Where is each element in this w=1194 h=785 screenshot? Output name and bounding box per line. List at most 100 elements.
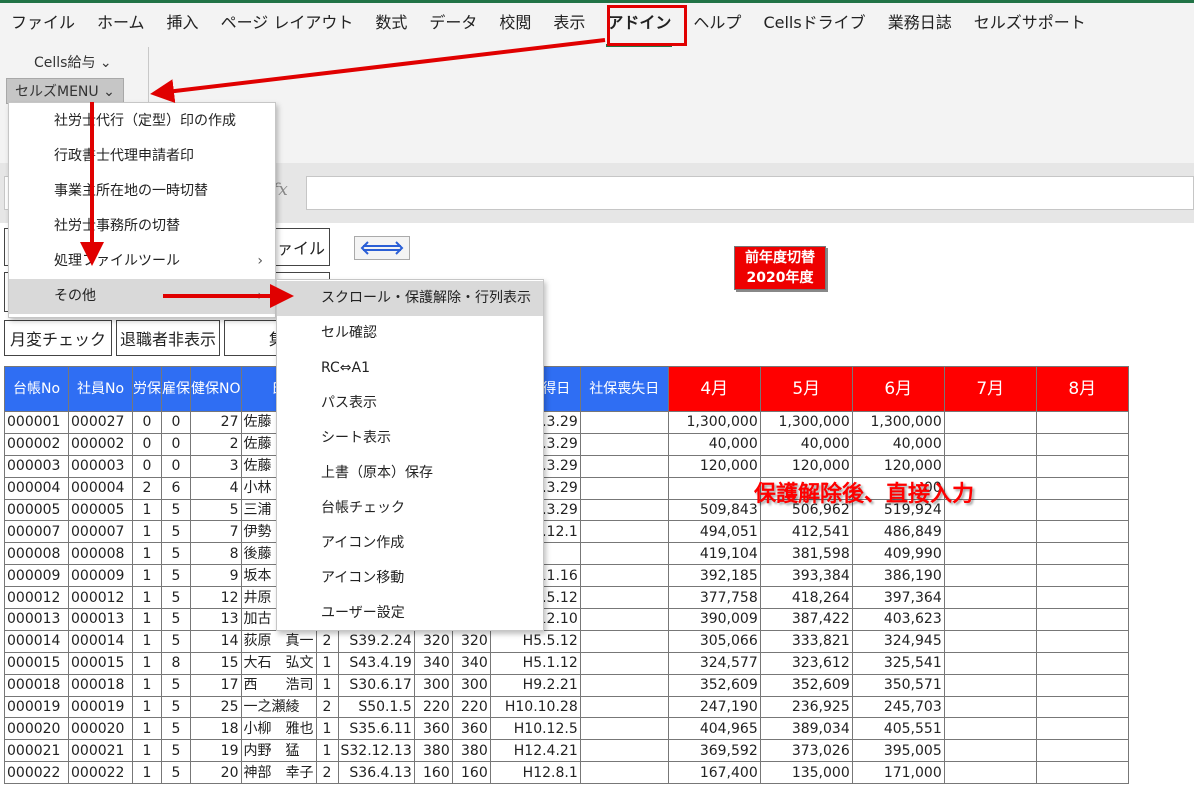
table-cell[interactable] <box>579 520 669 544</box>
table-cell[interactable] <box>943 411 1037 434</box>
table-cell[interactable] <box>943 739 1037 763</box>
table-cell[interactable]: 380 <box>413 739 453 763</box>
table-cell[interactable]: H9.2.21 <box>489 673 581 697</box>
table-cell[interactable]: 000008 <box>4 542 69 566</box>
table-cell[interactable]: 2 <box>315 695 339 719</box>
tab-3[interactable]: ページ レイアウト <box>210 11 365 41</box>
table-cell[interactable]: 494,051 <box>667 520 761 544</box>
table-cell[interactable] <box>579 651 669 675</box>
table-cell[interactable]: 300 <box>413 673 453 697</box>
table-cell[interactable]: 5 <box>190 498 242 522</box>
table-cell[interactable]: 397,364 <box>851 586 945 610</box>
table-cell[interactable]: 17 <box>190 673 242 697</box>
column-header[interactable]: 6月 <box>851 366 945 412</box>
table-cell[interactable]: 8 <box>190 542 242 566</box>
table-cell[interactable]: 1 <box>315 673 339 697</box>
table-cell[interactable] <box>943 673 1037 697</box>
table-cell[interactable]: 000020 <box>68 717 133 741</box>
table-cell[interactable] <box>579 586 669 610</box>
table-cell[interactable]: 352,609 <box>759 673 853 697</box>
hide-retired-button[interactable]: 退職者非表示 <box>116 320 220 356</box>
table-cell[interactable]: 120,000 <box>759 454 853 478</box>
column-header[interactable]: 8月 <box>1035 366 1129 412</box>
table-cell[interactable]: 247,190 <box>667 695 761 719</box>
cells-kyuyo-button[interactable]: Cells給与 ⌄ <box>34 52 112 72</box>
table-cell[interactable] <box>579 564 669 588</box>
table-cell[interactable]: 5 <box>161 542 191 566</box>
table-cell[interactable]: H10.10.28 <box>489 695 581 719</box>
table-cell[interactable]: 1 <box>132 739 162 763</box>
table-cell[interactable]: 369,592 <box>667 739 761 763</box>
column-header[interactable]: 健保NO <box>190 366 242 412</box>
table-cell[interactable]: 340 <box>451 651 491 675</box>
table-cell[interactable] <box>1035 498 1129 522</box>
table-cell[interactable]: 333,821 <box>759 629 853 653</box>
table-cell[interactable]: 171,000 <box>851 761 945 785</box>
table-cell[interactable]: 486,849 <box>851 520 945 544</box>
table-cell[interactable]: 8 <box>161 651 191 675</box>
table-cell[interactable] <box>943 695 1037 719</box>
table-cell[interactable]: 509,843 <box>667 498 761 522</box>
submenu-item-1[interactable]: セル確認 <box>277 316 543 351</box>
table-cell[interactable]: 0 <box>132 411 162 434</box>
table-cell[interactable] <box>1035 411 1129 434</box>
table-cell[interactable] <box>943 629 1037 653</box>
table-cell[interactable]: 000013 <box>68 608 133 631</box>
table-cell[interactable]: 1 <box>132 520 162 544</box>
table-cell[interactable] <box>579 608 669 631</box>
table-cell[interactable]: 1 <box>315 717 339 741</box>
table-cell[interactable] <box>1035 586 1129 610</box>
table-cell[interactable]: 305,066 <box>667 629 761 653</box>
year-switch-button[interactable]: 前年度切替 2020年度 <box>734 246 826 290</box>
table-cell[interactable] <box>579 476 669 500</box>
table-cell[interactable]: 000014 <box>4 629 69 653</box>
table-cell[interactable]: S50.1.5 <box>337 695 415 719</box>
table-cell[interactable]: 2 <box>132 476 162 500</box>
menu-item-4[interactable]: 処理ファイルツール › <box>9 244 275 279</box>
table-cell[interactable]: S30.6.17 <box>337 673 415 697</box>
table-cell[interactable] <box>579 542 669 566</box>
tab-6[interactable]: 校閲 <box>488 11 542 41</box>
table-cell[interactable] <box>579 498 669 522</box>
submenu-item-8[interactable]: アイコン移動 <box>277 561 543 596</box>
table-cell[interactable]: 1 <box>315 651 339 675</box>
table-cell[interactable]: 0 <box>132 454 162 478</box>
table-cell[interactable]: H12.8.1 <box>489 761 581 785</box>
table-cell[interactable] <box>579 673 669 697</box>
submenu-item-2[interactable]: RC⇔A1 <box>277 351 543 386</box>
table-cell[interactable] <box>579 432 669 456</box>
left-right-arrow-button[interactable] <box>354 236 410 260</box>
table-cell[interactable]: 325,541 <box>851 651 945 675</box>
table-cell[interactable]: 1 <box>132 695 162 719</box>
table-cell[interactable]: 404,965 <box>667 717 761 741</box>
table-cell[interactable]: 1,300,000 <box>759 411 853 434</box>
table-cell[interactable] <box>943 564 1037 588</box>
table-cell[interactable]: 5 <box>161 498 191 522</box>
table-cell[interactable]: 40,000 <box>851 432 945 456</box>
table-cell[interactable]: 352,609 <box>667 673 761 697</box>
table-cell[interactable]: 1 <box>132 542 162 566</box>
table-cell[interactable] <box>943 608 1037 631</box>
column-header[interactable]: 労保 <box>132 366 162 412</box>
table-cell[interactable]: 7 <box>190 520 242 544</box>
table-cell[interactable]: 387,422 <box>759 608 853 631</box>
table-cell[interactable]: 000018 <box>68 673 133 697</box>
tab-12[interactable]: セルズサポート <box>963 11 1097 41</box>
table-cell[interactable] <box>1035 454 1129 478</box>
table-cell[interactable]: 324,945 <box>851 629 945 653</box>
table-cell[interactable]: 2 <box>315 761 339 785</box>
table-cell[interactable]: 5 <box>161 695 191 719</box>
table-cell[interactable]: 220 <box>451 695 491 719</box>
table-cell[interactable]: 000003 <box>68 454 133 478</box>
table-cell[interactable]: 1 <box>132 651 162 675</box>
table-cell[interactable] <box>579 695 669 719</box>
table-cell[interactable]: 000015 <box>4 651 69 675</box>
table-cell[interactable] <box>943 542 1037 566</box>
table-cell[interactable] <box>579 629 669 653</box>
submenu-item-4[interactable]: シート表示 <box>277 421 543 456</box>
column-header[interactable]: 5月 <box>759 366 853 412</box>
table-cell[interactable]: 0 <box>161 454 191 478</box>
table-cell[interactable]: 000021 <box>4 739 69 763</box>
submenu-item-9[interactable]: ユーザー設定 <box>277 596 543 631</box>
table-cell[interactable]: 000019 <box>68 695 133 719</box>
